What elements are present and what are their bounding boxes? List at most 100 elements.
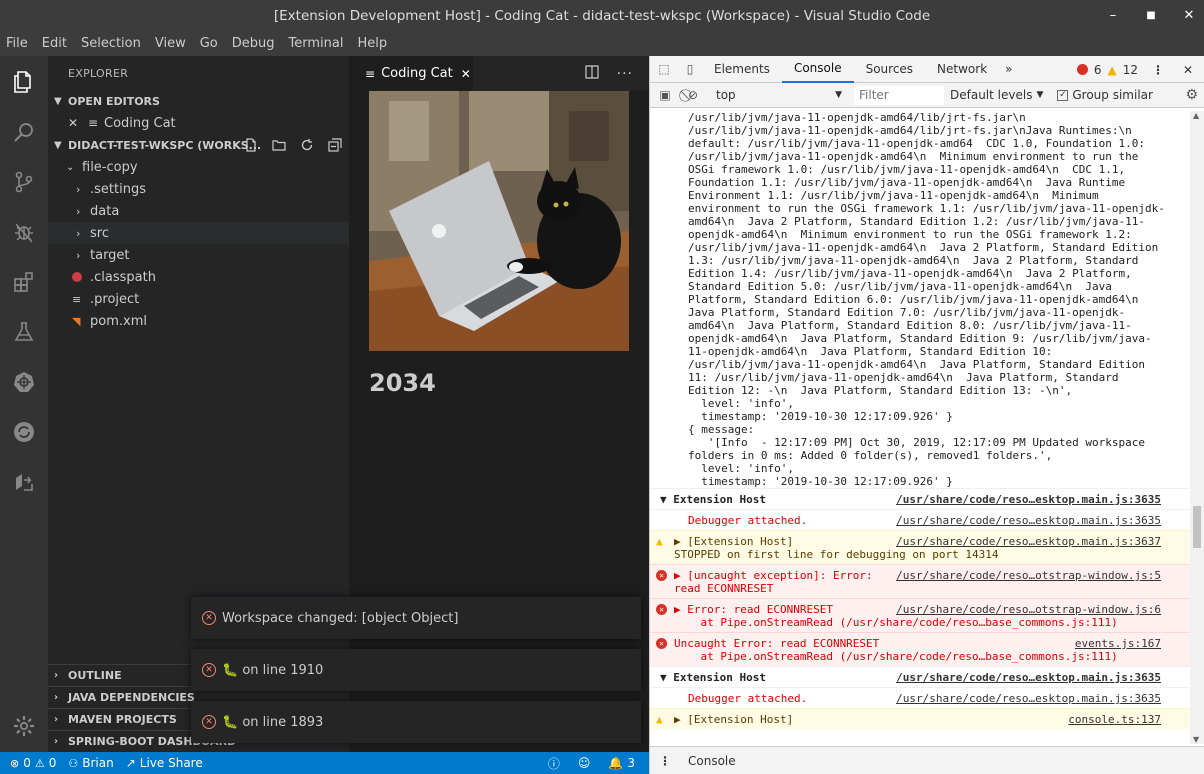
tree-folder-src[interactable]: › src xyxy=(48,222,349,244)
tab-coding-cat[interactable]: ≡ Coding Cat ✕ xyxy=(349,56,473,91)
tree-file-pom[interactable]: ◥ pom.xml xyxy=(48,310,349,332)
console-message[interactable]: ✕ Uncaught Error: read ECONNRESET at Pipe… xyxy=(650,632,1191,666)
tree-folder-data[interactable]: › data xyxy=(48,200,349,222)
problems-indicator[interactable]: ⊗ 0 ⚠ 0 xyxy=(0,756,62,770)
open-editors-section[interactable]: ▼ OPEN EDITORS xyxy=(48,90,349,112)
tree-item-label: .project xyxy=(90,291,140,307)
source-link[interactable]: events.js:167 xyxy=(1075,637,1161,650)
close-devtools-icon[interactable]: ✕ xyxy=(1178,63,1198,77)
notification-toast[interactable]: ✕ 🐛 on line 1893 xyxy=(191,701,641,743)
info-button[interactable]: ⓘ xyxy=(542,755,572,772)
warning-count-icon: ⚠ xyxy=(34,756,45,770)
tab-console[interactable]: Console xyxy=(781,56,854,83)
tree-file-project[interactable]: ≡ .project xyxy=(48,288,349,310)
new-folder-icon[interactable] xyxy=(271,137,287,153)
rss-xml-icon: ◥ xyxy=(72,314,81,328)
search-icon[interactable] xyxy=(10,118,38,146)
log-levels-dropdown[interactable]: Default levels ▼ xyxy=(950,88,1043,102)
tree-folder-settings[interactable]: › .settings xyxy=(48,178,349,200)
source-link[interactable]: /usr/share/code/reso…otstrap-window.js:6 xyxy=(896,603,1161,616)
devtools-warning-count: 12 xyxy=(1122,62,1138,77)
explorer-icon[interactable] xyxy=(10,68,38,96)
debug-icon[interactable] xyxy=(10,218,38,246)
collapse-all-icon[interactable] xyxy=(327,137,343,153)
source-control-icon[interactable] xyxy=(10,168,38,196)
inspect-element-icon[interactable]: ⬚ xyxy=(650,62,678,76)
drawer-tab-console[interactable]: Console xyxy=(680,754,744,768)
menu-go[interactable]: Go xyxy=(200,36,218,51)
source-link[interactable]: /usr/share/code/reso…esktop.main.js:3635 xyxy=(896,514,1161,527)
scrollbar-thumb[interactable] xyxy=(1193,506,1201,548)
split-editor-icon[interactable] xyxy=(585,64,599,83)
menu-edit[interactable]: Edit xyxy=(42,36,67,51)
clear-console-icon[interactable]: ⃠⊘ xyxy=(680,88,706,103)
menu-view[interactable]: View xyxy=(155,36,186,51)
settings-gear-icon[interactable] xyxy=(10,712,38,740)
console-settings-gear-icon[interactable]: ⚙ xyxy=(1185,87,1198,103)
new-file-icon[interactable] xyxy=(243,137,259,153)
menu-debug[interactable]: Debug xyxy=(232,36,275,51)
source-link[interactable]: /usr/share/code/reso…esktop.main.js:3635 xyxy=(896,671,1161,684)
device-toolbar-icon[interactable]: ▯ xyxy=(678,62,702,76)
console-message[interactable]: ✕ ▶ [uncaught exception]: Error: read ECO… xyxy=(650,564,1191,598)
sidebar-toggle-icon[interactable]: ▣ xyxy=(650,88,680,102)
menu-terminal[interactable]: Terminal xyxy=(289,36,344,51)
console-message[interactable]: ▼ Extension Host/usr/share/code/reso…esk… xyxy=(650,488,1191,509)
console-message[interactable]: Debugger attached./usr/share/code/reso…e… xyxy=(650,687,1191,708)
console-message[interactable]: ✕ ▶ Error: read ECONNRESET at Pipe.onStre… xyxy=(650,598,1191,632)
close-tab-icon[interactable]: ✕ xyxy=(461,67,471,81)
more-actions-icon[interactable]: ··· xyxy=(617,66,633,82)
account-item[interactable]: ⚇ Brian xyxy=(62,756,119,770)
notification-toast[interactable]: ✕ 🐛 on line 1910 xyxy=(191,649,641,691)
dropdown-arrow-icon: ▼ xyxy=(1036,90,1044,100)
close-window-button[interactable]: ✕ xyxy=(1182,8,1196,23)
notification-text: 🐛 on line 1893 xyxy=(222,714,324,730)
source-link[interactable]: /usr/share/code/reso…esktop.main.js:3635 xyxy=(896,692,1161,705)
tab-elements[interactable]: Elements xyxy=(702,56,782,83)
maximize-button[interactable]: ■ xyxy=(1144,10,1158,21)
scroll-up-arrow-icon[interactable]: ▲ xyxy=(1193,111,1199,120)
open-editor-item[interactable]: ✕ ≡ Coding Cat xyxy=(48,112,349,134)
kebab-menu-icon[interactable]: ⋮ xyxy=(1144,63,1172,77)
extensions-icon[interactable] xyxy=(10,268,38,296)
log-line: amd64\n Java Platform, Standard Edition … xyxy=(688,319,1132,332)
tab-sources[interactable]: Sources xyxy=(854,56,925,83)
close-icon[interactable]: ✕ xyxy=(68,116,82,130)
tree-folder-file-copy[interactable]: ⌄ file-copy xyxy=(48,156,349,178)
source-link[interactable]: /usr/share/code/reso…esktop.main.js:3635 xyxy=(896,493,1161,506)
console-filter-input[interactable] xyxy=(854,85,944,105)
minimize-button[interactable]: – xyxy=(1106,8,1120,23)
dropdown-arrow-icon: ▼ xyxy=(835,90,842,100)
console-message[interactable]: ▲ ▶ [Extension Host] console.ts:137 xyxy=(650,708,1191,729)
console-message[interactable]: ▲ ▶ [Extension Host] STOPPED on first lin… xyxy=(650,530,1191,564)
menu-selection[interactable]: Selection xyxy=(81,36,141,51)
source-link[interactable]: /usr/share/code/reso…otstrap-window.js:5 xyxy=(896,569,1161,582)
console-message[interactable]: Debugger attached./usr/share/code/reso…e… xyxy=(650,509,1191,530)
menu-help[interactable]: Help xyxy=(357,36,387,51)
scroll-down-arrow-icon[interactable]: ▼ xyxy=(1193,735,1199,744)
refresh-icon[interactable] xyxy=(299,137,315,153)
tree-folder-target[interactable]: › target xyxy=(48,244,349,266)
tab-label: Elements xyxy=(714,62,770,76)
console-message[interactable]: ▼ Extension Host/usr/share/code/reso…esk… xyxy=(650,666,1191,687)
drawer-menu-icon[interactable]: ⋮ xyxy=(650,754,680,768)
context-selector[interactable]: top ▼ xyxy=(710,86,848,105)
notifications-button[interactable]: 🔔 3 xyxy=(602,756,649,770)
source-link[interactable]: console.ts:137 xyxy=(1068,713,1161,726)
tab-network[interactable]: Network xyxy=(925,56,999,83)
menu-file[interactable]: File xyxy=(6,36,28,51)
tree-file-classpath[interactable]: .classpath xyxy=(48,266,349,288)
more-tabs-icon[interactable]: » xyxy=(999,62,1018,76)
kubernetes-icon[interactable] xyxy=(10,368,38,396)
chevron-right-icon: › xyxy=(76,182,81,196)
notification-toast[interactable]: ✕ Workspace changed: [object Object] xyxy=(191,597,641,639)
console-scrollbar[interactable]: ▲ ▼ xyxy=(1190,111,1204,744)
live-share-button[interactable]: ↗ Live Share xyxy=(120,756,209,770)
test-flask-icon[interactable] xyxy=(10,318,38,346)
source-link[interactable]: /usr/share/code/reso…esktop.main.js:3637 xyxy=(896,535,1161,548)
remote-sync-icon[interactable] xyxy=(10,418,38,446)
group-similar-checkbox[interactable]: ✓ Group similar xyxy=(1057,88,1153,102)
live-share-icon[interactable] xyxy=(10,468,38,496)
workspace-section[interactable]: ▼ DIDACT-TEST-WKSPC (WORKS... xyxy=(48,134,349,156)
feedback-button[interactable]: ☺ xyxy=(572,756,603,770)
